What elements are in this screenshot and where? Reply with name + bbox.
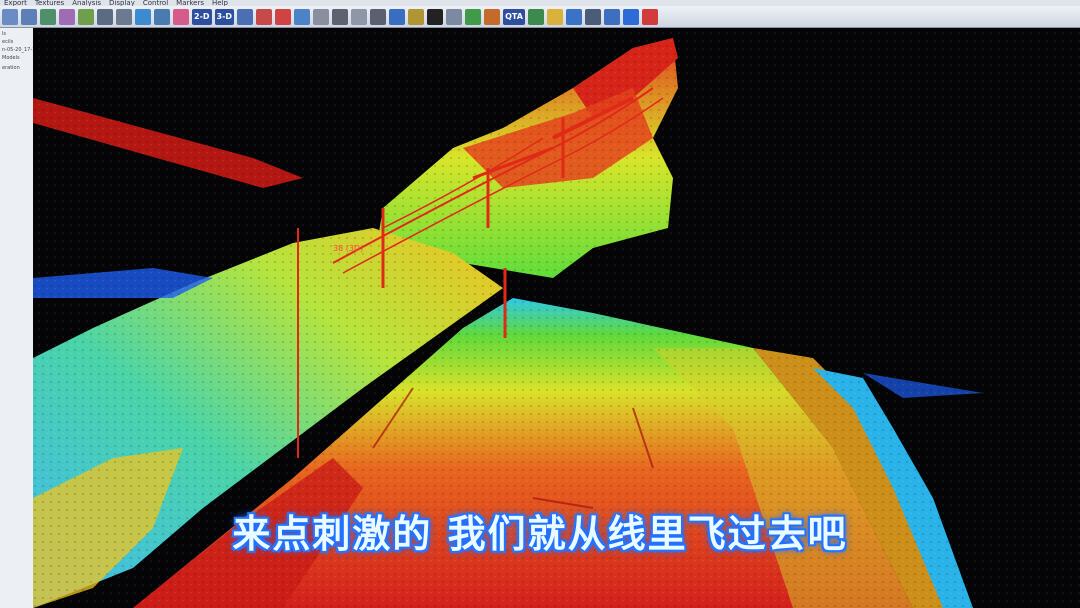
scissors-icon[interactable] [370,8,387,25]
terrain-icon[interactable] [78,8,94,25]
side-panel-item[interactable]: ecils [0,38,33,46]
side-panel-item[interactable]: ls [0,30,33,38]
pin-icon[interactable] [275,8,292,25]
pan-icon[interactable] [256,8,273,25]
side-panel-item[interactable]: eration [0,64,33,72]
qta-button[interactable]: QTA [503,8,525,25]
ruler-icon[interactable] [408,8,425,25]
bulb-icon[interactable] [546,8,563,25]
side-panel-item[interactable]: Models [0,54,33,62]
export-icon[interactable] [527,8,544,25]
subtitle-caption: 来点刺激的 我们就从线里飞过去吧 [232,512,848,556]
zoom-icon[interactable] [332,8,349,25]
help-icon[interactable] [622,8,639,25]
open-icon[interactable] [2,8,18,25]
settings-icon[interactable] [603,8,620,25]
color-icon[interactable] [173,8,189,25]
square-icon[interactable] [313,8,330,25]
select-icon[interactable] [294,8,311,25]
surface-icon[interactable] [446,8,463,25]
filter-icon[interactable] [116,8,132,25]
side-panel-item[interactable]: n-05-20_17-1 [0,46,33,54]
view-2d-button[interactable]: 2-D [192,8,212,25]
label-3d: 38 (3D) [333,244,364,253]
close-icon[interactable] [641,8,658,25]
zoom-extent-icon[interactable] [237,8,254,25]
measure-icon[interactable] [154,8,170,25]
ellipse-icon[interactable] [351,8,368,25]
toolbar: 2-D 3-D QTA [0,6,1080,28]
tree-icon[interactable] [465,8,482,25]
grid-icon[interactable] [97,8,113,25]
view-3d-button[interactable]: 3-D [214,8,235,25]
save-icon[interactable] [21,8,37,25]
layers-icon[interactable] [40,8,56,25]
frame-icon[interactable] [389,8,406,25]
target-icon[interactable] [427,8,444,25]
palette-icon[interactable] [484,8,501,25]
pointcloud-icon[interactable] [59,8,75,25]
edit-icon[interactable] [584,8,601,25]
globe-icon[interactable] [135,8,151,25]
chart-icon[interactable] [565,8,582,25]
